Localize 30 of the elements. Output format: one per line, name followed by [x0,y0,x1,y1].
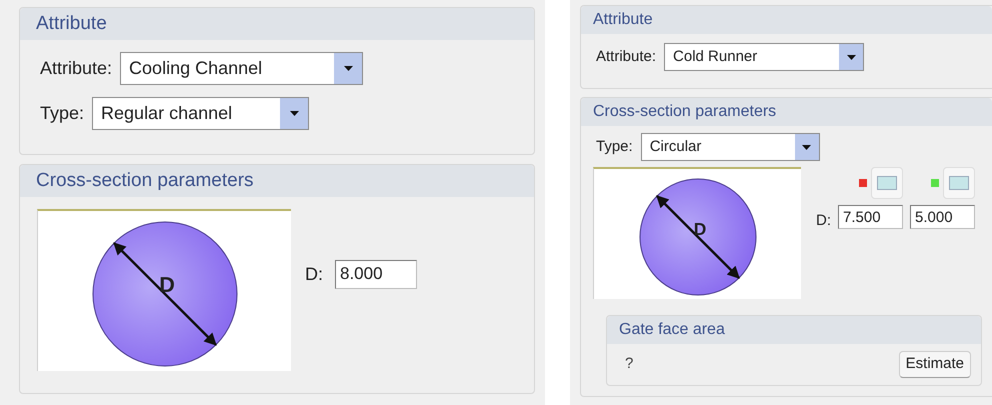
dropdown[interactable]: Cold Runner [664,43,864,71]
section-header: Cross-section parameters [20,165,534,197]
section-header: Attribute [20,8,534,40]
dropdown[interactable]: Regular channel [92,97,310,130]
dropdown[interactable]: Cooling Channel [120,52,364,85]
dropdown[interactable]: Circular [640,133,820,161]
section-header: Cross-section parameters [581,98,992,126]
caret-icon [794,134,819,160]
estimate-button[interactable]: Estimate [898,351,971,378]
field-label: D: [305,262,323,286]
field-label: Type: [40,102,84,125]
screen-icon [877,176,897,190]
input-field[interactable]: 5.000 [910,205,975,229]
caret-icon [839,44,864,70]
input-field[interactable]: 7.500 [838,205,903,229]
caret-icon [280,98,308,129]
section-header: Gate face area [607,316,981,344]
diameter-label: D [694,219,706,239]
diameter-label: D [159,272,175,297]
area-value: ? [625,354,634,374]
field-label: D: [816,211,831,231]
preview-button[interactable] [943,167,975,199]
field-label: Type: [596,136,633,157]
section-header: Attribute [581,6,992,34]
input-field[interactable]: 8.000 [335,260,417,288]
preview-button[interactable] [871,167,903,199]
field-label: Attribute: [596,46,656,67]
field-label: Attribute: [40,57,112,80]
screen-icon [949,176,969,190]
caret-icon [334,53,362,84]
